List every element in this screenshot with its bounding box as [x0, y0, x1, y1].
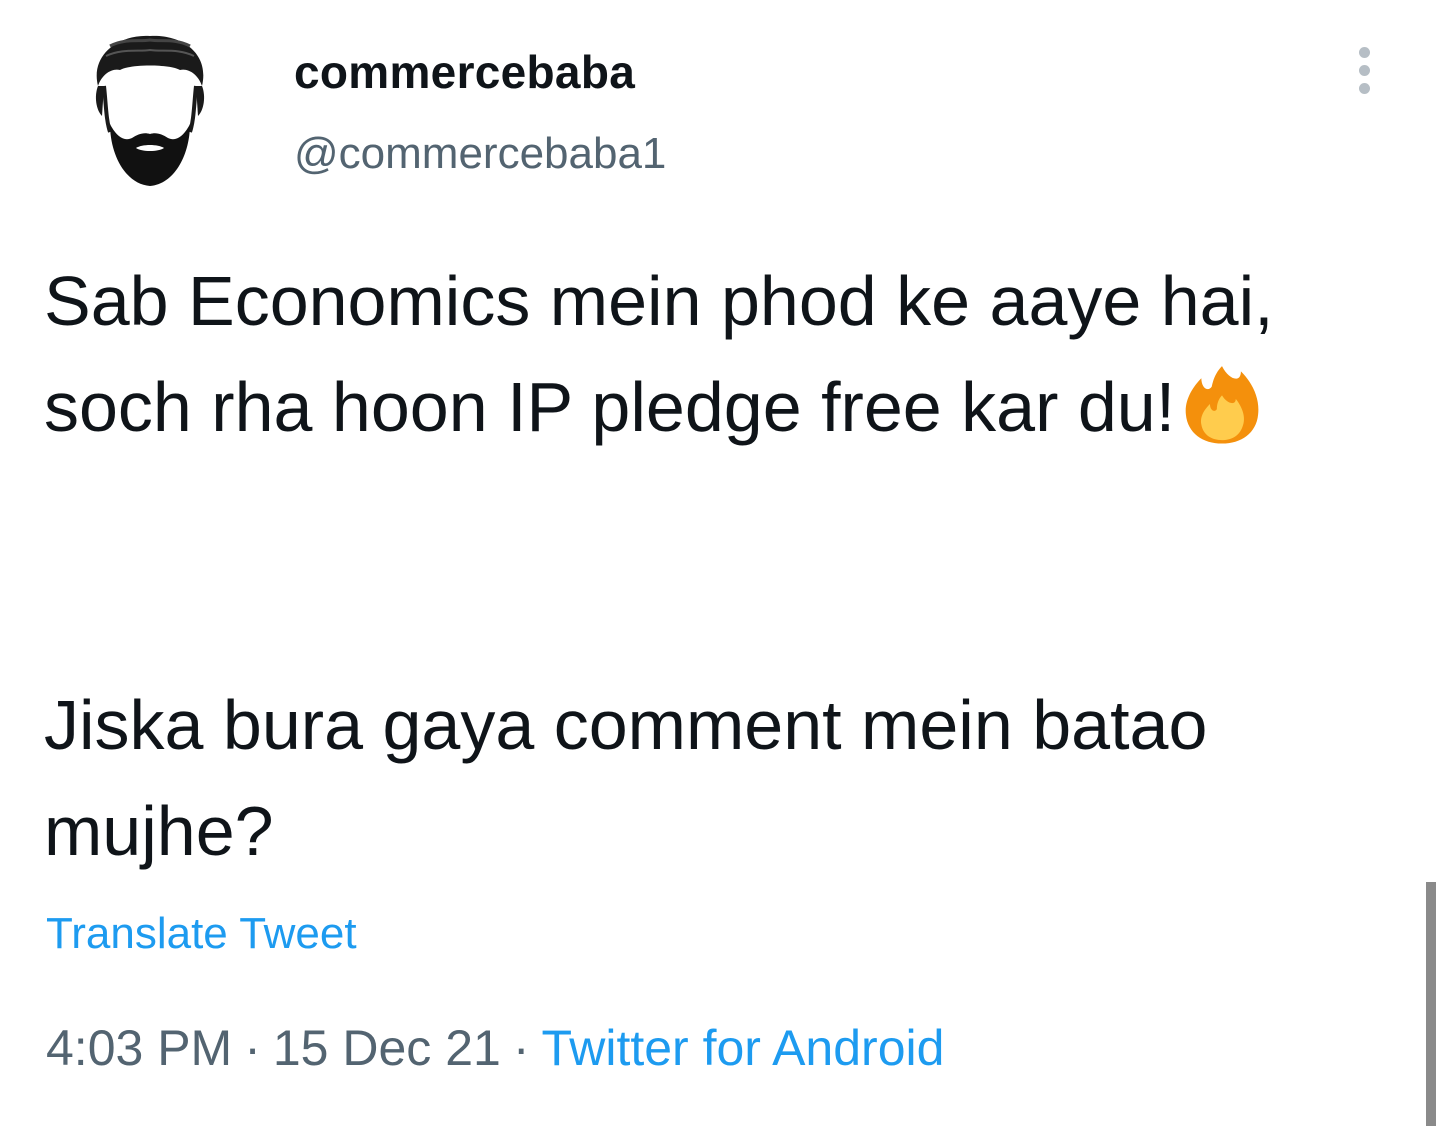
tweet-date[interactable]: 15 Dec 21	[273, 1020, 501, 1076]
translate-tweet-link[interactable]: Translate Tweet	[46, 904, 357, 964]
tweet-paragraph-2: Jiska bura gaya comment mein batao mujhe…	[44, 686, 1208, 870]
avatar[interactable]	[80, 24, 220, 194]
meta-separator: ·	[244, 1020, 261, 1076]
more-options-button[interactable]	[1346, 40, 1382, 100]
display-name[interactable]: commercebaba	[294, 42, 635, 102]
more-dot	[1358, 82, 1370, 94]
tweet-paragraph: Sab Economics mein phod ke aaye hai, soc…	[44, 248, 1414, 460]
tweet-paragraph-text: Sab Economics mein phod ke aaye hai, soc…	[44, 262, 1274, 446]
scrollbar[interactable]	[1426, 882, 1436, 1126]
user-handle[interactable]: @commercebaba1	[294, 124, 666, 184]
fire-emoji-icon	[1185, 366, 1259, 444]
more-vertical-icon	[1358, 46, 1370, 58]
tweet-time[interactable]: 4:03 PM	[46, 1020, 232, 1076]
tweet-source-link[interactable]: Twitter for Android	[541, 1020, 944, 1076]
meta-separator: ·	[512, 1020, 530, 1076]
more-dot	[1358, 64, 1370, 76]
tweet-meta: 4:03 PM · 15 Dec 21 · Twitter for Android	[46, 1016, 944, 1080]
bearded-man-icon	[95, 35, 205, 186]
tweet-page: commercebaba @commercebaba1 Sab Economic…	[0, 0, 1440, 1126]
tweet-text: Sab Economics mein phod ke aaye hai, soc…	[44, 248, 1414, 460]
